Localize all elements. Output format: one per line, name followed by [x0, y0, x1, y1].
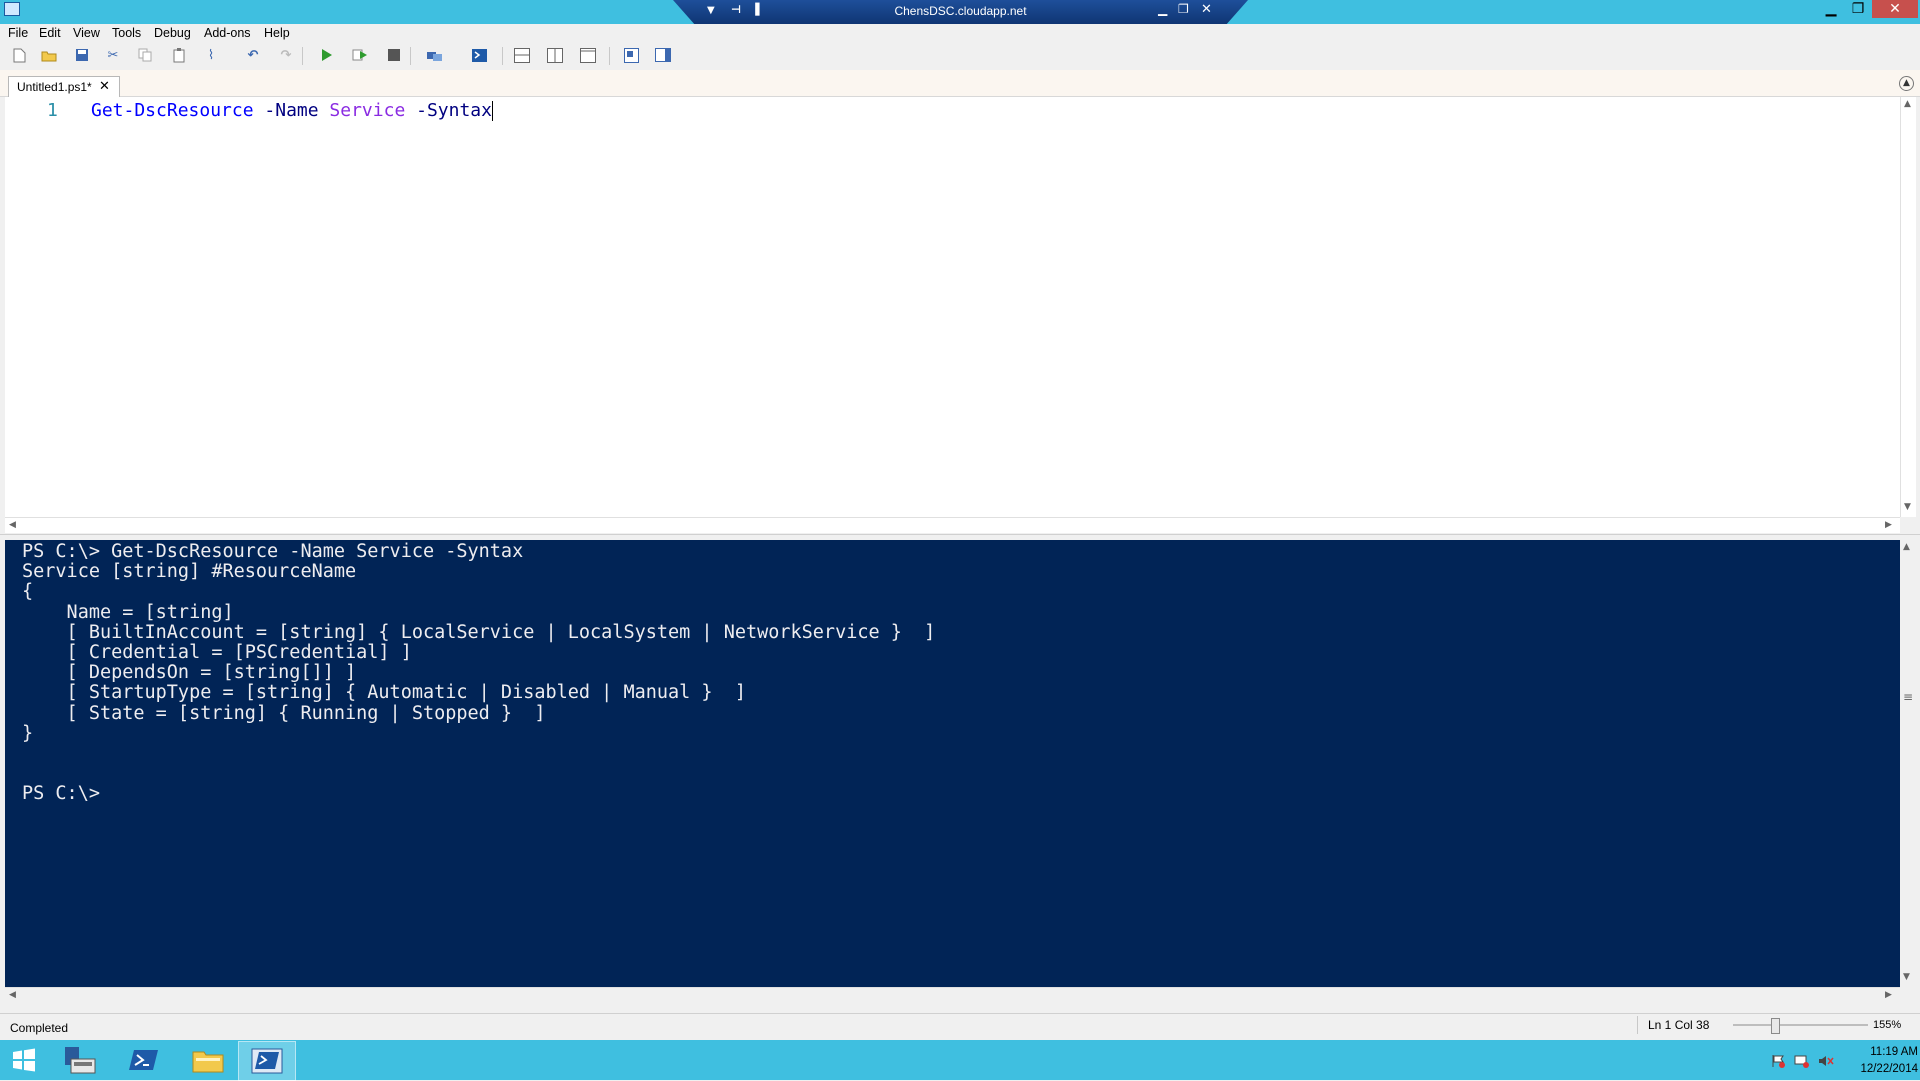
menu-help[interactable]: Help — [264, 26, 290, 40]
menu-view[interactable]: View — [73, 26, 100, 40]
start-button[interactable] — [0, 1041, 48, 1079]
menu-file[interactable]: File — [8, 26, 28, 40]
tab-label: Untitled1.ps1* — [17, 80, 92, 94]
text-cursor — [491, 101, 493, 121]
file-explorer-button[interactable] — [180, 1041, 236, 1079]
system-clock[interactable]: 11:19 AM 12/22/2014 — [1838, 1044, 1918, 1078]
cut-icon[interactable]: ✂ — [104, 46, 122, 64]
scroll-down-icon[interactable]: ▼ — [1903, 972, 1910, 982]
status-bar: Completed Ln 1 Col 38 155% — [0, 1013, 1920, 1040]
menu-edit[interactable]: Edit — [39, 26, 61, 40]
console-horizontal-scrollbar[interactable]: ◀ ▶ — [5, 987, 1900, 1003]
run-script-icon[interactable] — [318, 46, 336, 64]
remote-close-button[interactable]: ✕ — [1201, 2, 1212, 17]
script-vertical-scrollbar[interactable]: ▲ ▼ — [1900, 97, 1916, 517]
windows-logo-icon — [13, 1048, 35, 1072]
token-parameter-syntax: -Syntax — [405, 100, 492, 121]
start-powershell-icon[interactable] — [470, 46, 488, 64]
script-horizontal-scrollbar[interactable]: ◀ ▶ — [5, 517, 1900, 533]
tab-close-icon[interactable]: ✕ — [99, 78, 110, 94]
taskbar: 11:19 AM 12/22/2014 — [0, 1040, 1920, 1081]
clear-console-icon[interactable]: ⌇ — [202, 46, 220, 64]
close-button[interactable]: ✕ — [1872, 0, 1918, 18]
show-script-pane-maximized-icon[interactable] — [579, 46, 597, 64]
zoom-level: 155% — [1873, 1019, 1902, 1031]
toolbar-separator — [609, 47, 610, 65]
network-warning-icon[interactable] — [1794, 1054, 1810, 1068]
show-command-addon-icon[interactable] — [654, 46, 672, 64]
scroll-right-icon[interactable]: ▶ — [1885, 990, 1892, 1000]
remote-minimize-button[interactable]: ▁ — [1158, 2, 1167, 16]
toolbar-separator — [410, 47, 411, 65]
server-manager-icon — [65, 1047, 96, 1074]
paste-icon[interactable] — [170, 46, 188, 64]
collapse-script-pane-icon[interactable]: ▲ — [1899, 76, 1914, 91]
run-selection-icon[interactable] — [351, 46, 369, 64]
clock-time: 11:19 AM — [1870, 1046, 1918, 1058]
cursor-position: Ln 1 Col 38 — [1648, 1018, 1710, 1032]
scroll-right-icon[interactable]: ▶ — [1885, 520, 1892, 530]
zoom-slider-thumb[interactable] — [1770, 1018, 1780, 1034]
menu-bar: File Edit View Tools Debug Add-ons Help — [0, 24, 1920, 42]
menu-debug[interactable]: Debug — [154, 26, 191, 40]
stop-icon[interactable] — [385, 46, 403, 64]
zoom-slider-track[interactable] — [1733, 1024, 1868, 1026]
powershell-ise-icon — [251, 1048, 283, 1074]
scroll-down-icon[interactable]: ▼ — [1904, 502, 1911, 512]
remote-restore-button[interactable]: ❐ — [1178, 2, 1189, 16]
script-editor-line[interactable]: Get-DscResource -Name Service -Syntax — [91, 100, 493, 121]
clock-date: 12/22/2014 — [1860, 1063, 1918, 1075]
volume-muted-icon[interactable] — [1818, 1054, 1834, 1068]
menu-addons[interactable]: Add-ons — [204, 26, 251, 40]
menu-tools[interactable]: Tools — [112, 26, 141, 40]
script-tab-strip: Untitled1.ps1* ✕ ▲ — [0, 70, 1920, 97]
status-text: Completed — [10, 1021, 69, 1035]
new-file-icon[interactable] — [10, 46, 28, 64]
new-remote-tab-icon[interactable] — [426, 46, 444, 64]
remote-connection-bar: ▼ ⊣ ▐ ChensDSC.cloudapp.net ▁ ❐ ✕ — [673, 0, 1248, 26]
script-pane[interactable]: 1 Get-DscResource -Name Service -Syntax — [5, 97, 1900, 517]
token-argument: Service — [329, 100, 406, 121]
tab-untitled1[interactable]: Untitled1.ps1* ✕ — [8, 76, 120, 97]
status-separator — [1637, 1016, 1638, 1034]
redo-icon[interactable]: ↷ — [277, 46, 295, 64]
show-script-pane-right-icon[interactable] — [546, 46, 564, 64]
restore-button[interactable]: ❐ — [1845, 0, 1871, 18]
toolbar-separator — [302, 47, 303, 65]
powershell-ise-button[interactable] — [238, 1041, 296, 1081]
copy-icon[interactable] — [136, 46, 154, 64]
toolbar: ✂ ⌇ ↶ ↷ — [0, 43, 1920, 68]
save-icon[interactable] — [73, 46, 91, 64]
powershell-ise-app-icon[interactable] — [4, 2, 20, 16]
server-manager-button[interactable] — [52, 1041, 108, 1079]
open-folder-icon[interactable] — [40, 46, 58, 64]
minimize-button[interactable]: ▁ — [1818, 0, 1844, 18]
powershell-button[interactable] — [116, 1041, 172, 1079]
show-command-window-icon[interactable] — [622, 46, 640, 64]
scroll-left-icon[interactable]: ◀ — [9, 520, 16, 530]
scroll-up-icon[interactable]: ▲ — [1904, 99, 1911, 109]
scroll-left-icon[interactable]: ◀ — [9, 990, 16, 1000]
console-pane[interactable]: PS C:\> Get-DscResource -Name Service -S… — [5, 540, 1900, 987]
toolbar-separator — [502, 47, 503, 65]
console-output: PS C:\> Get-DscResource -Name Service -S… — [22, 541, 936, 805]
scroll-up-icon[interactable]: ▲ — [1903, 542, 1910, 552]
scroll-grip-icon[interactable]: ≡ — [1903, 690, 1913, 704]
console-vertical-scrollbar[interactable]: ▲ ≡ ▼ — [1900, 540, 1915, 987]
folder-icon — [192, 1051, 224, 1073]
show-script-pane-top-icon[interactable] — [513, 46, 531, 64]
powershell-icon — [129, 1050, 158, 1070]
undo-icon[interactable]: ↶ — [244, 46, 262, 64]
token-parameter-name: -Name — [253, 100, 330, 121]
title-bar: ▼ ⊣ ▐ ChensDSC.cloudapp.net ▁ ❐ ✕ ▁ ❐ ✕ — [0, 0, 1920, 26]
token-command: Get-DscResource — [91, 100, 254, 121]
line-number: 1 — [47, 100, 58, 121]
flag-warning-icon[interactable] — [1770, 1054, 1786, 1068]
